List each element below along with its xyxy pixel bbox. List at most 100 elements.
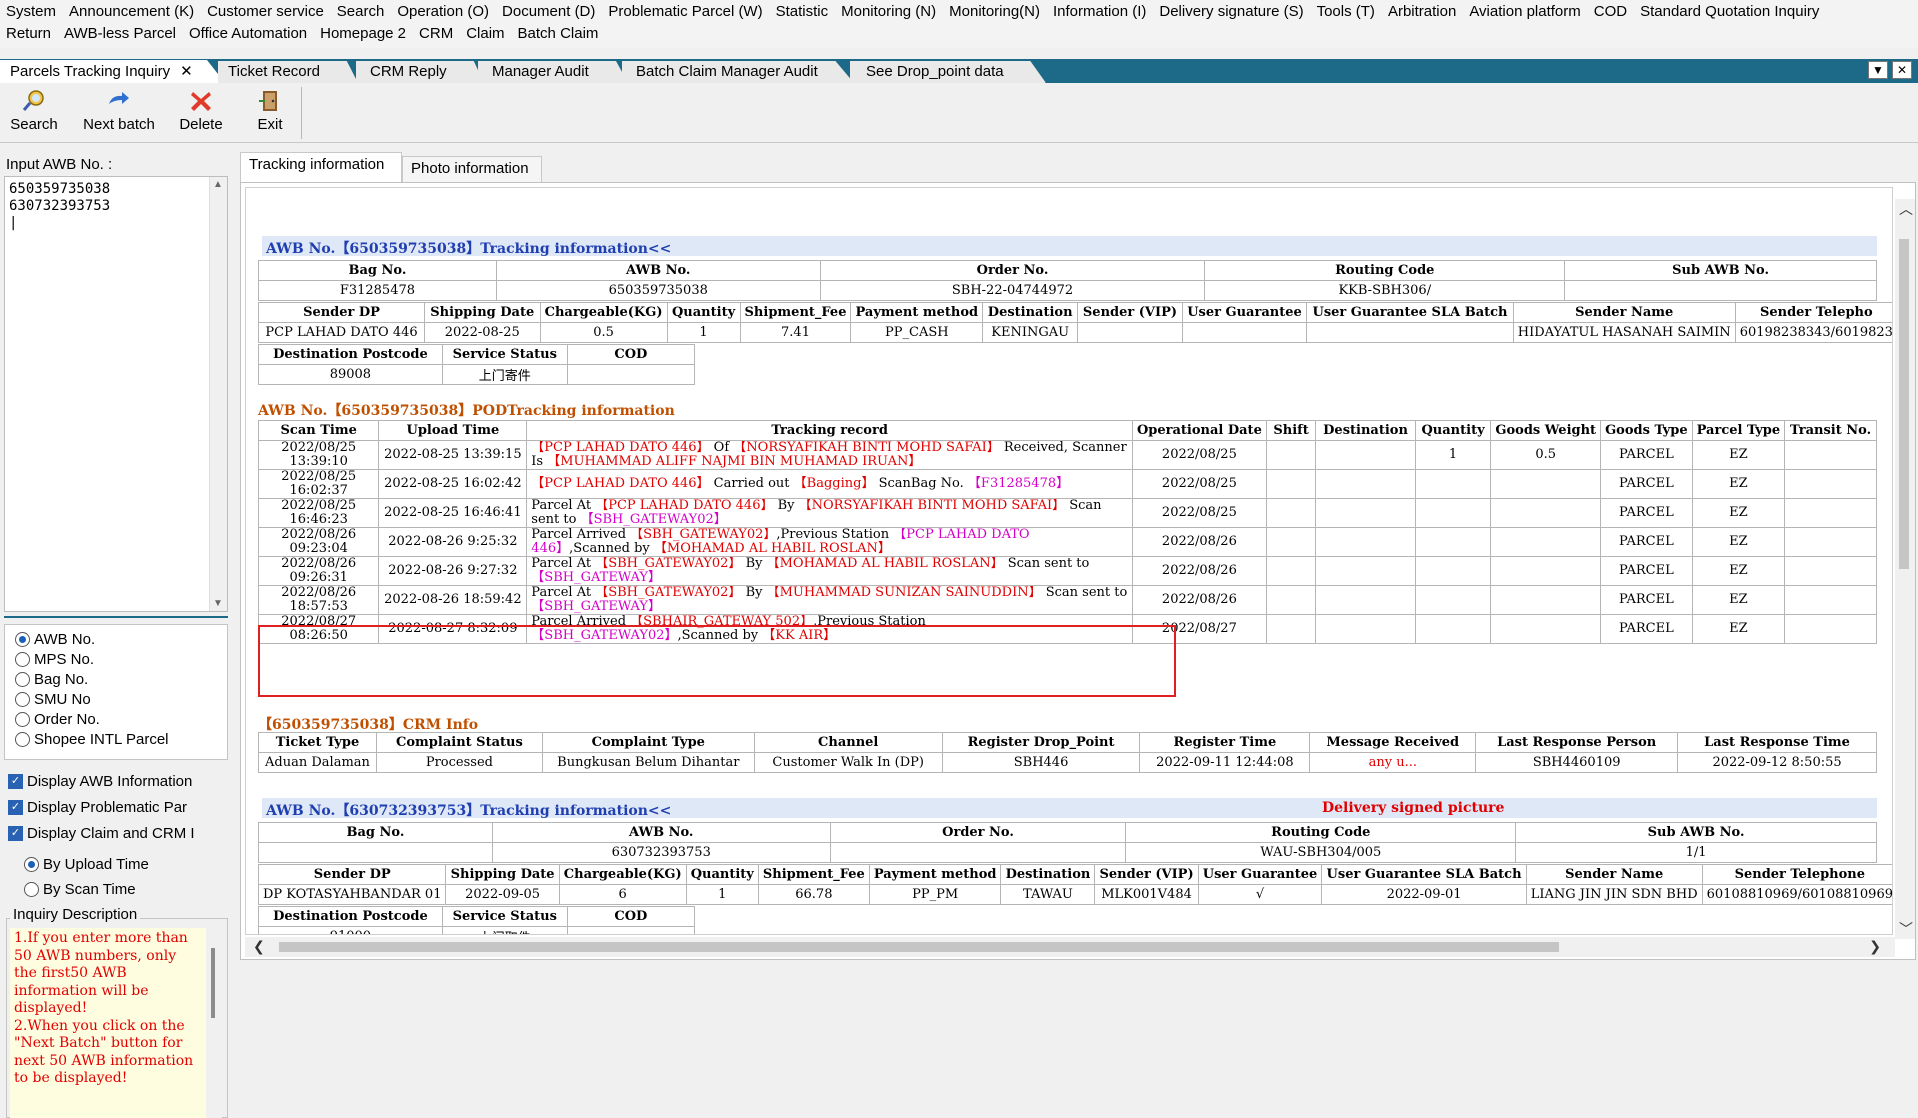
column-header: Upload Time bbox=[378, 420, 528, 441]
scroll-left-icon[interactable]: ❮ bbox=[253, 938, 265, 955]
search-button[interactable]: Search bbox=[8, 89, 60, 133]
next-arrow-icon bbox=[109, 92, 129, 104]
table-cell: 2022-08-26 18:59:42 bbox=[378, 585, 528, 615]
tab-list-dropdown-icon[interactable]: ▼ bbox=[1868, 61, 1888, 79]
menu-item-r2-3[interactable]: Homepage 2 bbox=[317, 25, 416, 42]
menu-item-r2-2[interactable]: Office Automation bbox=[186, 25, 317, 42]
menu-item-r1-8[interactable]: Monitoring (N) bbox=[838, 3, 946, 20]
checkbox-display-claim-crm[interactable]: ✓ Display Claim and CRM I bbox=[4, 820, 232, 846]
tab-close-all-icon[interactable]: ✕ bbox=[1892, 61, 1912, 79]
menu-item-r2-6[interactable]: Batch Claim bbox=[515, 25, 609, 42]
menu-item-r1-9[interactable]: Monitoring(N) bbox=[946, 3, 1050, 20]
delivery-signed-picture-link[interactable]: Delivery signed picture bbox=[1322, 800, 1504, 816]
awb-input-scrollbar[interactable]: ▲ ▼ bbox=[209, 177, 227, 611]
menu-item-r1-16[interactable]: Standard Quotation Inquiry bbox=[1637, 3, 1829, 20]
menu-item-r1-15[interactable]: COD bbox=[1591, 3, 1637, 20]
radio-icon bbox=[15, 651, 30, 667]
scroll-right-icon[interactable]: ❯ bbox=[1869, 938, 1881, 955]
radio-icon bbox=[15, 671, 30, 687]
table-cell bbox=[1784, 527, 1877, 557]
table-cell: 上门取件 bbox=[441, 926, 568, 934]
menu-item-r1-11[interactable]: Delivery signature (S) bbox=[1156, 3, 1313, 20]
table-cell: 2022-09-11 12:44:08 bbox=[1139, 752, 1311, 773]
scroll-thumb[interactable] bbox=[279, 942, 1559, 952]
checkbox-label: Display Problematic Par bbox=[27, 798, 188, 816]
menu-item-r1-13[interactable]: Arbitration bbox=[1385, 3, 1466, 20]
menu-item-r1-6[interactable]: Problematic Parcel (W) bbox=[605, 3, 772, 20]
tab-ticket-record[interactable]: Ticket Record bbox=[218, 61, 358, 83]
tab-label: Manager Audit bbox=[492, 63, 589, 80]
awb1-crm-title: 【650359735038】CRM Info bbox=[258, 717, 479, 733]
tab-crm-reply[interactable]: CRM Reply bbox=[356, 61, 484, 83]
tab-close-icon[interactable]: ✕ bbox=[180, 63, 193, 80]
radio-awb-no[interactable]: AWB No. bbox=[15, 629, 227, 649]
menu-item-r1-5[interactable]: Document (D) bbox=[499, 3, 605, 20]
menu-item-r2-1[interactable]: AWB-less Parcel bbox=[61, 25, 186, 42]
content-horizontal-scrollbar[interactable]: ❮ ❯ bbox=[245, 937, 1895, 957]
table-row: 89008 上门寄件 bbox=[258, 364, 696, 385]
content-vertical-scrollbar[interactable]: ︿ ﹀ bbox=[1895, 199, 1915, 939]
table-cell: any u... bbox=[1309, 752, 1477, 773]
radio-bag-no[interactable]: Bag No. bbox=[15, 669, 227, 689]
scroll-down-icon[interactable]: ﹀ bbox=[1899, 919, 1913, 939]
column-header: Service Status bbox=[441, 906, 568, 927]
tab-see-drop-point-data[interactable]: See Drop_point data bbox=[850, 61, 1046, 83]
radio-shopee-intl[interactable]: Shopee INTL Parcel bbox=[15, 729, 227, 749]
description-scrollbar[interactable] bbox=[206, 928, 222, 1118]
radio-icon bbox=[24, 882, 39, 897]
table-cell: 1 bbox=[685, 884, 759, 905]
column-header: Sender Telepho bbox=[1734, 302, 1892, 323]
scroll-thumb[interactable] bbox=[211, 948, 215, 1018]
menu-item-r2-0[interactable]: Return bbox=[4, 25, 61, 42]
radio-selected-icon bbox=[24, 857, 39, 872]
menu-item-r1-4[interactable]: Operation (O) bbox=[394, 3, 499, 20]
tracking-record-segment: 【SBH_GATEWAY02】 bbox=[595, 585, 742, 600]
tab-manager-audit[interactable]: Manager Audit bbox=[478, 61, 628, 83]
table-cell: 7.41 bbox=[739, 322, 852, 343]
radio-smu-no[interactable]: SMU No bbox=[15, 689, 227, 709]
tracking-record-segment: Scan sent to bbox=[1041, 585, 1128, 600]
radio-mps-no[interactable]: MPS No. bbox=[15, 649, 227, 669]
menu-item-r1-10[interactable]: Information (I) bbox=[1050, 3, 1156, 20]
table-cell: 2022/08/25 bbox=[1131, 498, 1267, 528]
menu-item-r1-1[interactable]: Announcement (K) bbox=[66, 3, 204, 20]
menu-item-r1-2[interactable]: Customer service bbox=[204, 3, 334, 20]
awb-input-textarea[interactable]: 650359735038 630732393753 | ▲ ▼ bbox=[4, 176, 228, 612]
scroll-thumb[interactable] bbox=[1899, 239, 1909, 569]
table-cell: Processed bbox=[375, 752, 543, 773]
table-header-row: Sender DP Shipping Date Chargeable(KG) Quan… bbox=[257, 864, 1892, 885]
tab-photo-information[interactable]: Photo information bbox=[402, 156, 542, 182]
scroll-up-icon[interactable]: ▲ bbox=[213, 179, 223, 190]
checkbox-display-awb-info[interactable]: ✓ Display AWB Information bbox=[4, 768, 232, 794]
column-header: Sender Name bbox=[1512, 302, 1736, 323]
tab-tracking-information[interactable]: Tracking information bbox=[240, 152, 402, 182]
column-header: Chargeable(KG) bbox=[539, 302, 668, 323]
menu-item-r1-7[interactable]: Statistic bbox=[773, 3, 839, 20]
table-row: F31285478 650359735038 SBH-22-04744972 KKB-… bbox=[258, 280, 1877, 301]
tab-parcels-tracking-inquiry[interactable]: Parcels Tracking Inquiry ✕ bbox=[0, 60, 225, 83]
table-cell bbox=[1414, 527, 1492, 557]
column-header: Complaint Status bbox=[375, 732, 543, 753]
table-header-row: Bag No. AWB No. Order No. Routing Code Sub A… bbox=[258, 260, 1877, 281]
table-cell bbox=[1265, 527, 1317, 557]
radio-order-no[interactable]: Order No. bbox=[15, 709, 227, 729]
scroll-up-icon[interactable]: ︿ bbox=[1899, 199, 1913, 219]
menu-item-r1-3[interactable]: Search bbox=[334, 3, 395, 20]
menu-item-r2-5[interactable]: Claim bbox=[463, 25, 514, 42]
menu-item-r2-4[interactable]: CRM bbox=[416, 25, 463, 42]
menu-item-r1-12[interactable]: Tools (T) bbox=[1314, 3, 1385, 20]
checkbox-display-problematic[interactable]: ✓ Display Problematic Par bbox=[4, 794, 232, 820]
checkbox-label: Display AWB Information bbox=[27, 772, 193, 790]
next-batch-button[interactable]: Next batch bbox=[78, 89, 160, 133]
scroll-down-icon[interactable]: ▼ bbox=[213, 598, 223, 609]
column-header: Sub AWB No. bbox=[1515, 822, 1877, 843]
menu-item-r1-14[interactable]: Aviation platform bbox=[1466, 3, 1590, 20]
table-cell: TAWAU bbox=[1000, 884, 1096, 905]
tab-batch-claim-manager-audit[interactable]: Batch Claim Manager Audit bbox=[622, 61, 854, 83]
radio-by-scan-time[interactable]: By Scan Time bbox=[24, 877, 149, 902]
radio-by-upload-time[interactable]: By Upload Time bbox=[24, 852, 149, 877]
exit-button[interactable]: Exit bbox=[254, 89, 286, 133]
menu-item-r1-0[interactable]: System bbox=[4, 3, 66, 20]
delete-button[interactable]: Delete bbox=[176, 89, 226, 133]
column-header: Sub AWB No. bbox=[1564, 260, 1877, 281]
